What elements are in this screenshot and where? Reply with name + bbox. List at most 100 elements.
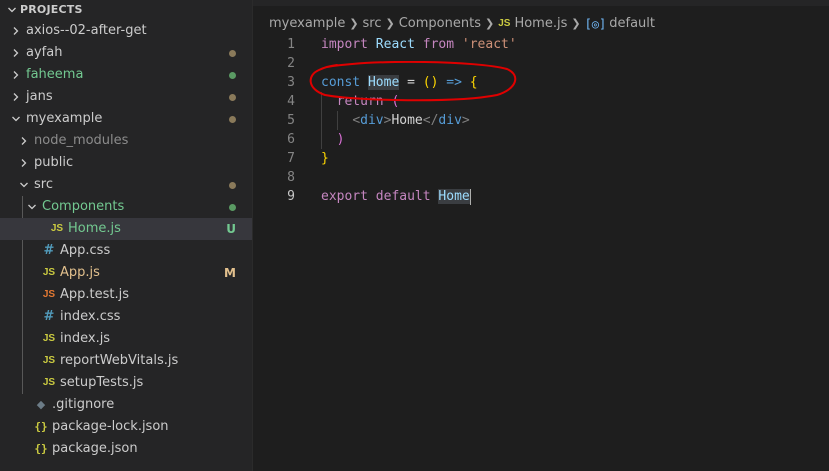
tree-item-gitignore[interactable]: ◆ .gitignore (0, 394, 252, 416)
chevron-down-icon (8, 114, 24, 124)
tree-item-label: Home.js (68, 221, 121, 236)
line-number: 6 (287, 132, 295, 147)
tree-item-app-js[interactable]: JS App.js M (0, 262, 252, 284)
tree-item-public[interactable]: public (0, 152, 252, 174)
git-file-icon: ◆ (36, 398, 46, 411)
tree-item-index-js[interactable]: JS index.js (0, 328, 252, 350)
tree-item-myexample[interactable]: myexample (0, 108, 252, 130)
explorer-section-header[interactable]: PROJECTS (0, 0, 252, 20)
line-number: 1 (287, 37, 295, 52)
line-number: 2 (287, 56, 295, 71)
tree-item-label: reportWebVitals.js (60, 353, 179, 368)
tree-indent-guide (22, 262, 23, 284)
tree-item-label: src (34, 177, 53, 192)
tree-indent-guide (22, 196, 23, 218)
explorer-section-title: PROJECTS (20, 3, 83, 16)
editor-tab-strip (253, 0, 829, 6)
tree-item-label: index.js (60, 331, 111, 346)
tree-item-axios-02-after-get[interactable]: axios--02-after-get (0, 20, 252, 42)
breadcrumb: myexample ❯ src ❯ Components ❯ JS Home.j… (253, 14, 829, 34)
line-number: 7 (287, 151, 295, 166)
tree-item-label: package.json (52, 441, 138, 456)
code-line[interactable]: 5 <div>Home</div> (253, 111, 829, 130)
line-number: 4 (287, 94, 295, 109)
tree-indent-guide (22, 372, 23, 394)
code-token: > (461, 113, 470, 128)
tree-item-ayfah[interactable]: ayfah (0, 42, 252, 64)
tree-item-label: axios--02-after-get (26, 23, 147, 38)
code-token: } (321, 151, 329, 166)
code-text: ) (321, 130, 345, 149)
breadcrumb-item-project[interactable]: myexample (269, 14, 345, 34)
code-token: < (352, 113, 361, 128)
tree-item-src[interactable]: src (0, 174, 252, 196)
tree-item-app-css[interactable]: # App.css (0, 240, 252, 262)
code-token: React (375, 37, 415, 52)
tree-item-package-json[interactable]: {} package.json (0, 438, 252, 460)
javascript-file-icon: JS (42, 355, 56, 366)
tree-item-jans[interactable]: jans (0, 86, 252, 108)
chevron-right-icon: ❯ (571, 17, 581, 30)
tree-item-label: public (34, 155, 74, 170)
code-line[interactable]: 2 (253, 54, 829, 73)
code-text: export default Home (321, 187, 471, 206)
code-line[interactable]: 1 import React from 'react' (253, 35, 829, 54)
code-token: div (438, 113, 462, 128)
breadcrumb-item-symbol[interactable]: default (609, 14, 655, 34)
chevron-right-icon (8, 26, 24, 36)
code-text: import React from 'react' (321, 35, 517, 54)
tree-indent-guide (22, 306, 23, 328)
breadcrumb-item-components[interactable]: Components (399, 14, 481, 34)
tree-item-package-lock-json[interactable]: {} package-lock.json (0, 416, 252, 438)
chevron-right-icon (8, 48, 24, 58)
chevron-down-icon (24, 202, 40, 212)
code-line[interactable]: 6 ) (253, 130, 829, 149)
tree-item-label: App.js (60, 265, 100, 280)
code-token: from (422, 37, 455, 52)
breadcrumb-item-file[interactable]: Home.js (514, 14, 567, 34)
code-line[interactable]: 9 export default Home (253, 187, 829, 206)
code-line[interactable]: 8 (253, 168, 829, 187)
tree-item-label: App.css (60, 243, 111, 258)
code-editor[interactable]: 1 import React from 'react' 2 3 const Home =… (253, 35, 829, 206)
tree-item-label: index.css (60, 309, 121, 324)
tree-item-label: .gitignore (52, 397, 115, 412)
tree-item-home-js[interactable]: JS Home.js U (0, 218, 252, 240)
javascript-file-icon: JS (42, 267, 56, 278)
code-text: <div>Home</div> (321, 111, 470, 130)
code-line[interactable]: 3 const Home = () => { (253, 73, 829, 92)
code-token: return (336, 94, 384, 109)
javascript-file-icon: JS (42, 289, 56, 300)
tree-item-faheema[interactable]: faheema (0, 64, 252, 86)
code-token: export (321, 189, 368, 204)
tree-item-label: setupTests.js (60, 375, 144, 390)
code-text: const Home = () => { (321, 73, 478, 92)
tree-item-components[interactable]: Components (0, 196, 252, 218)
code-token: import (321, 37, 368, 52)
tree-item-label: myexample (26, 111, 103, 126)
symbol-variable-icon: [◎] (584, 17, 607, 31)
git-status-badge: M (224, 266, 236, 280)
json-file-icon: {} (34, 442, 48, 455)
file-tree: axios--02-after-get ayfah faheema jans myexa… (0, 20, 252, 460)
code-line[interactable]: 7} (253, 149, 829, 168)
tree-item-label: faheema (26, 67, 84, 82)
code-line[interactable]: 4 return ( (253, 92, 829, 111)
code-text: return ( (321, 92, 400, 111)
tree-item-index-css[interactable]: # index.css (0, 306, 252, 328)
tree-item-reportwebvitals-js[interactable]: JS reportWebVitals.js (0, 350, 252, 372)
chevron-right-icon (8, 92, 24, 102)
code-token: default (375, 189, 431, 204)
tree-item-setuptests-js[interactable]: JS setupTests.js (0, 372, 252, 394)
tree-item-label: node_modules (34, 133, 129, 148)
code-token: div (360, 113, 384, 128)
git-status-dot (229, 204, 236, 211)
css-file-icon: # (43, 309, 55, 324)
breadcrumb-item-src[interactable]: src (363, 14, 382, 34)
tree-item-node-modules[interactable]: node_modules (0, 130, 252, 152)
chevron-right-icon: ❯ (349, 17, 359, 30)
code-token: Home (367, 75, 400, 90)
tree-item-label: package-lock.json (52, 419, 169, 434)
tree-item-app-test-js[interactable]: JS App.test.js (0, 284, 252, 306)
